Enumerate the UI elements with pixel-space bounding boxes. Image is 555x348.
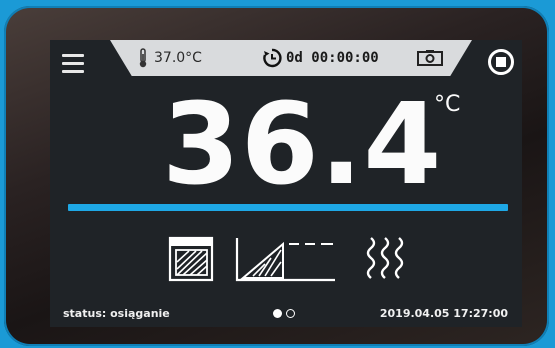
date-time: 2019.04.05 17:27:00 (379, 307, 508, 320)
heating-icon[interactable] (363, 236, 409, 282)
menu-icon[interactable] (62, 54, 84, 74)
page-indicator[interactable] (273, 309, 295, 318)
setpoint-display[interactable]: 37.0°C (138, 47, 202, 69)
ramp-icon[interactable] (235, 236, 335, 282)
timer-icon (263, 48, 282, 68)
chamber-icon[interactable] (168, 236, 214, 282)
status-text: status: osiąganie (63, 307, 170, 320)
camera-icon[interactable] (417, 50, 443, 66)
setpoint-value: 37.0°C (154, 50, 202, 66)
page-dot-inactive[interactable] (286, 309, 295, 318)
timer-value: 0d 00:00:00 (286, 50, 379, 66)
page-dot-active[interactable] (273, 309, 282, 318)
timer-display[interactable]: 0d 00:00:00 (262, 47, 379, 69)
stop-button[interactable] (488, 49, 514, 75)
temperature-unit: °C (434, 92, 461, 117)
thermometer-icon (139, 48, 147, 68)
display-screen: 37.0°C 0d 00:00:00 36.4 °C status: osiąg… (50, 40, 522, 327)
current-temperature: 36.4 (162, 80, 443, 210)
progress-bar (68, 204, 508, 211)
